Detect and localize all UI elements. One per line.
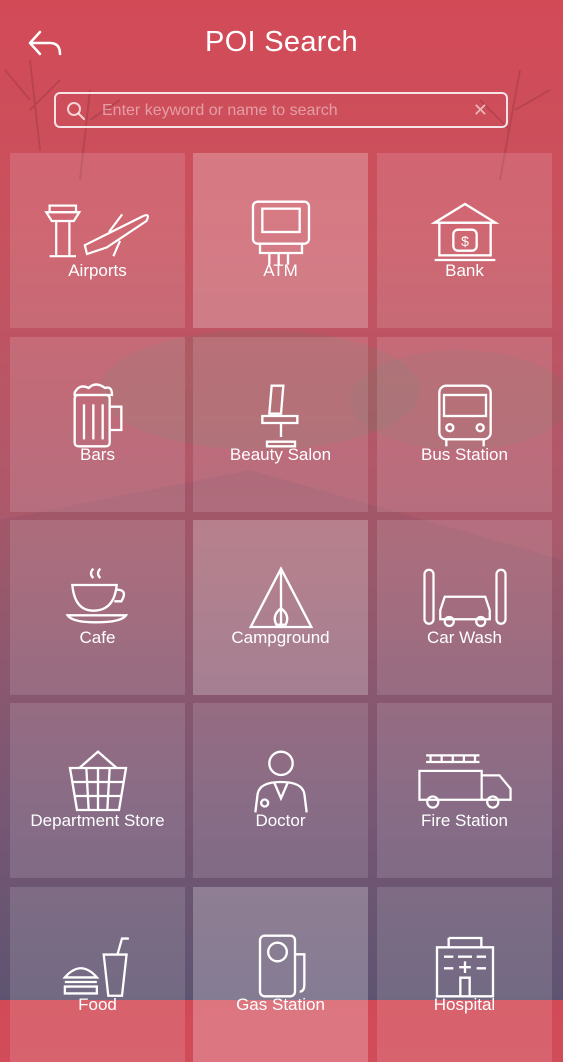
- category-tile-gas-station[interactable]: Gas Station: [193, 887, 368, 1062]
- atm-icon: [251, 200, 310, 265]
- category-grid: Airports ATM $ Bank Bars Beauty Salon Bu…: [0, 0, 563, 1062]
- fire-truck-icon: [417, 754, 512, 809]
- category-tile-campground[interactable]: Campground: [193, 520, 368, 695]
- category-tile-bars[interactable]: Bars: [10, 337, 185, 512]
- category-tile-hospital[interactable]: Hospital: [377, 887, 552, 1062]
- tile-label: Hospital: [433, 995, 496, 1014]
- tile-label: Cafe: [79, 628, 116, 647]
- svg-text:$: $: [461, 233, 469, 249]
- tile-label: Gas Station: [236, 995, 325, 1014]
- hospital-icon: [435, 936, 494, 998]
- doctor-icon: [253, 750, 308, 813]
- car-wash-icon: [422, 568, 507, 628]
- bank-icon: $: [430, 202, 499, 262]
- tile-label: ATM: [263, 261, 298, 280]
- tile-label: Bank: [445, 261, 484, 280]
- category-tile-car-wash[interactable]: Car Wash: [377, 520, 552, 695]
- basket-icon: [68, 750, 127, 812]
- tile-label: Beauty Salon: [229, 445, 332, 464]
- tile-label: Bars: [80, 445, 115, 464]
- salon-chair-icon: [260, 384, 298, 448]
- tile-label: Bus Station: [421, 445, 508, 464]
- category-tile-department-store[interactable]: Department Store: [10, 703, 185, 878]
- tile-label: Car Wash: [427, 628, 502, 647]
- bus-icon: [437, 384, 492, 447]
- tile-label: Airports: [68, 261, 127, 280]
- coffee-cup-icon: [64, 567, 128, 624]
- tile-label: Department Store: [30, 811, 165, 830]
- category-tile-bus-station[interactable]: Bus Station: [377, 337, 552, 512]
- category-tile-atm[interactable]: ATM: [193, 153, 368, 328]
- category-tile-cafe[interactable]: Cafe: [10, 520, 185, 695]
- burger-drink-icon: [61, 937, 129, 997]
- beer-mug-icon: [73, 383, 122, 448]
- airport-icon: [43, 204, 149, 258]
- category-tile-airports[interactable]: Airports: [10, 153, 185, 328]
- tile-label: Fire Station: [421, 811, 508, 830]
- category-tile-beauty-salon[interactable]: Beauty Salon: [193, 337, 368, 512]
- category-tile-food[interactable]: Food: [10, 887, 185, 1062]
- category-tile-fire-station[interactable]: Fire Station: [377, 703, 552, 878]
- tile-label: Food: [78, 995, 117, 1014]
- gas-pump-icon: [258, 934, 305, 998]
- tile-label: Campground: [231, 628, 330, 647]
- category-tile-bank[interactable]: $ Bank: [377, 153, 552, 328]
- tent-icon: [248, 566, 313, 629]
- tile-label: Doctor: [255, 811, 306, 830]
- category-tile-doctor[interactable]: Doctor: [193, 703, 368, 878]
